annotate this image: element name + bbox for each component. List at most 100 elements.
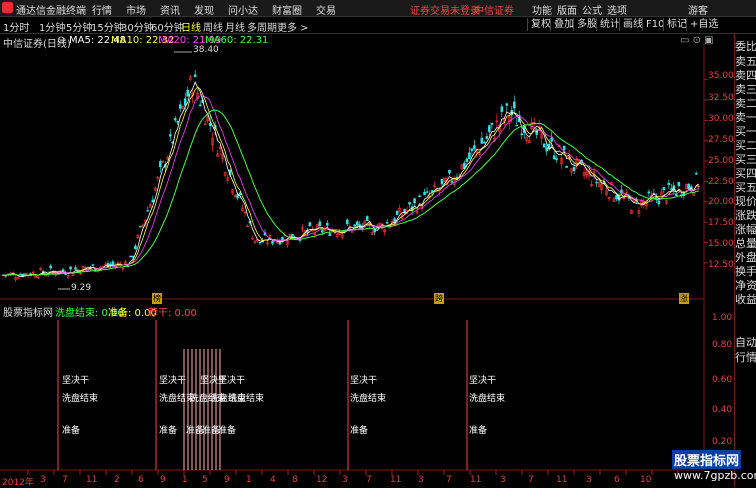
signal-label-prepare: 准备 [350,426,369,436]
tab-multi-period[interactable]: 多周期 [247,19,277,34]
x-tick-label: 11 [556,475,568,485]
tab-30min[interactable]: 30分钟 [121,19,154,34]
menu-layout[interactable]: 版面 [557,2,577,17]
quote-button[interactable]: 行情 [735,349,756,365]
candle-body [134,245,137,250]
date-tick-marks [27,470,679,475]
candle-body [550,137,553,142]
signal-label-wash-end: 洗盘结束 [350,394,387,404]
event-marker-badge[interactable]: 涨 [679,293,689,304]
candle-body [258,241,262,244]
price-tick-label: 35.00 [708,71,734,81]
candle-body [545,147,548,152]
signal-label-prepare: 准备 [62,426,81,436]
candle-body [555,158,558,160]
tab-15min[interactable]: 15分钟 [91,19,124,34]
ma20-line [3,94,699,276]
menu-ask[interactable]: 问小达 [228,2,258,17]
candle-body [321,230,324,233]
x-tick-label: 4 [270,475,276,485]
menu-market[interactable]: 市场 [126,2,146,17]
menu-trade[interactable]: 交易 [316,2,336,17]
indicator-name[interactable]: 股票指标网 [3,304,53,319]
signal-label-wash-end: 洗盘结束 [62,394,99,404]
broker-name[interactable]: 中信证券 [474,2,514,17]
candle-body [470,148,474,152]
panel-label: 收益 [735,293,756,306]
login-warning[interactable]: 证券交易未登录 [410,2,480,17]
tab-more[interactable]: 更多 > [277,19,309,34]
ma5-line [3,81,700,277]
menu-discover[interactable]: 发现 [194,2,214,17]
event-marker-badge[interactable]: 跨 [434,293,444,304]
candle-body [440,178,444,185]
tab-1min[interactable]: 1分钟 [39,19,65,34]
candle-body [183,98,187,106]
period-toolbar: 1分时 1分钟 5分钟 15分钟 30分钟 60分钟 日线 周线 月线 多周期 … [0,17,756,34]
x-tick-label: 3 [40,475,46,485]
high-price-label: 38.40 [193,45,219,55]
guest-label[interactable]: 游客 [688,2,708,17]
x-tick-label: 2 [114,475,120,485]
candle-body [186,89,190,97]
menu-news[interactable]: 资讯 [160,2,180,17]
candle-body [430,190,434,192]
x-tick-label: 11 [86,475,98,485]
menu-wealth-circle[interactable]: 财富圈 [272,2,302,17]
candle-body [490,122,494,125]
event-marker-badge[interactable]: 榜 [152,293,162,304]
indicator-tick-label: 0.40 [712,405,733,415]
candle-body [146,210,150,212]
candle-body [353,224,357,227]
indicator-param-go: 荐干: 0.00 [148,308,197,319]
candle-body [91,264,95,266]
menu-quotes[interactable]: 行情 [92,2,112,17]
auto-button[interactable]: 自动 [735,334,756,350]
signal-label-wash-end: 洗盘结束 [228,394,265,404]
candle-body [675,193,678,196]
price-tick-label: 12.50 [708,260,734,270]
x-tick-label: 3 [586,475,592,485]
candle-body [328,233,332,237]
x-tick-label: 12 [316,475,328,485]
x-tick-label: 1 [246,475,252,485]
x-tick-label: 1 [182,475,188,485]
candle-body [488,125,491,133]
tab-daily[interactable]: 日线 [181,19,201,34]
candle-body [413,198,416,204]
x-tick-label: 11 [390,475,402,485]
tab-5min[interactable]: 5分钟 [66,19,92,34]
app-logo-icon [2,2,13,13]
signal-label-go: 坚决干 [350,376,378,386]
x-tick-label: 8 [292,475,298,485]
menu-options[interactable]: 选项 [607,2,627,17]
add-watchlist-button[interactable]: +自选 [686,18,721,31]
candle-body [74,267,77,270]
tab-weekly[interactable]: 周线 [203,19,223,34]
signal-label-go: 坚决干 [159,376,187,386]
candle-body [236,194,239,199]
price-tick-label: 22.50 [708,177,734,187]
candle-body [657,200,661,205]
x-tick-label: 3 [342,475,348,485]
x-tick-label: 9 [160,475,166,485]
signal-label-go: 坚决干 [469,376,497,386]
signal-label-go: 坚决干 [218,376,246,386]
indicator-tick-label: 0.20 [712,437,733,447]
candle-body [515,124,519,127]
candle-body [670,188,673,190]
watermark-title: 股票指标网 [672,450,742,469]
tab-monthly[interactable]: 月线 [225,19,245,34]
tab-1min-time[interactable]: 1分时 [3,19,29,34]
menu-formula[interactable]: 公式 [582,2,602,17]
tab-60min[interactable]: 60分钟 [151,19,184,34]
candle-body [131,255,135,258]
signal-label-go: 坚决干 [62,376,90,386]
candle-body [520,133,524,136]
candle-body [111,261,115,265]
watermark-url: www.7gpzb.com [674,469,756,482]
x-tick-label: 2012年 [2,478,34,488]
menu-functions[interactable]: 功能 [532,2,552,17]
candle-body [595,181,598,184]
price-tick-label: 25.00 [708,156,734,166]
